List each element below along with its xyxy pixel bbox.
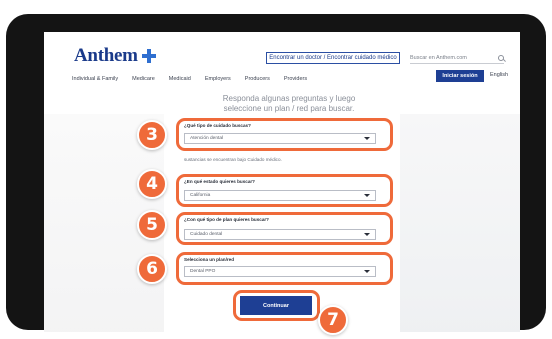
language-toggle[interactable]: English xyxy=(490,72,508,78)
step-badge-3: 3 xyxy=(137,120,167,150)
signin-button[interactable]: Iniciar sesión xyxy=(436,70,484,82)
highlight-step-7 xyxy=(233,290,320,321)
nav-item-providers[interactable]: Providers xyxy=(284,76,307,82)
highlight-step-4 xyxy=(176,174,393,207)
find-doctor-link[interactable]: Encontrar un doctor / Encontrar cuidado … xyxy=(266,52,400,64)
search-icon[interactable] xyxy=(498,54,504,61)
highlight-step-3 xyxy=(176,118,393,151)
step-badge-6: 6 xyxy=(137,254,167,284)
site-search-input[interactable]: Buscar en Anthem.com xyxy=(410,52,504,64)
step-badge-7: 7 xyxy=(318,305,348,335)
nav-item-producers[interactable]: Producers xyxy=(245,76,270,82)
blue-cross-icon xyxy=(141,49,156,63)
highlight-step-5 xyxy=(176,212,393,245)
main-nav: Individual & Family Medicare Medicaid Em… xyxy=(72,76,307,82)
highlight-step-6 xyxy=(176,252,393,285)
nav-item-medicaid[interactable]: Medicaid xyxy=(169,76,191,82)
background-panel-right xyxy=(400,114,520,332)
nav-item-medicare[interactable]: Medicare xyxy=(132,76,155,82)
stage: Anthem Encontrar un doctor / Encontrar c… xyxy=(0,0,552,339)
care-type-note: sustancias se encuentran bajo Cuidado mé… xyxy=(184,157,282,162)
anthem-logo[interactable]: Anthem xyxy=(74,45,156,67)
logo-text: Anthem xyxy=(74,45,138,66)
nav-item-employers[interactable]: Employers xyxy=(205,76,231,82)
step-badge-4: 4 xyxy=(137,169,167,199)
nav-item-individual-family[interactable]: Individual & Family xyxy=(72,76,118,82)
step-badge-5: 5 xyxy=(137,210,167,240)
search-placeholder: Buscar en Anthem.com xyxy=(410,54,467,61)
intro-text: Responda algunas preguntas y luego selec… xyxy=(222,94,356,113)
